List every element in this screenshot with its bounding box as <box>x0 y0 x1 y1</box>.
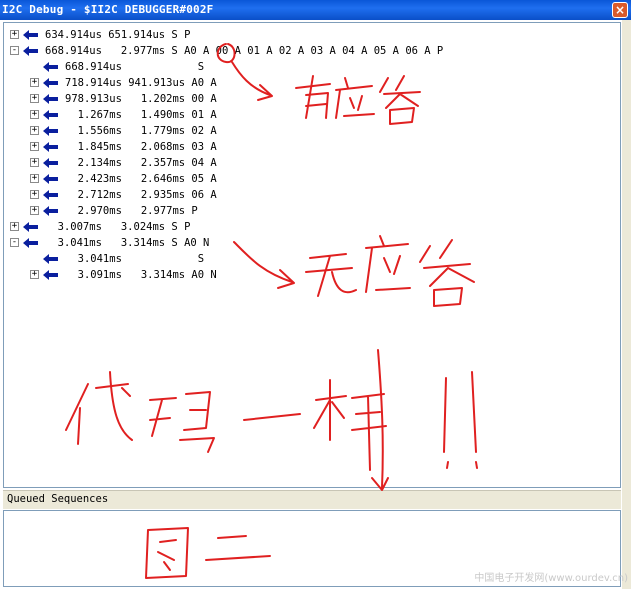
tree-row-text: 3.007ms 3.024ms S P <box>45 221 191 233</box>
expand-icon[interactable]: + <box>30 126 39 135</box>
tree-row[interactable]: + 2.134ms 2.357ms 04 A <box>4 155 614 171</box>
left-arrow-icon <box>43 254 58 264</box>
tree-row[interactable]: + 2.970ms 2.977ms P <box>4 203 614 219</box>
tree-row-text: 2.712ms 2.935ms 06 A <box>65 189 217 201</box>
expand-icon[interactable]: + <box>10 222 19 231</box>
tree-row[interactable]: +634.914us 651.914us S P <box>4 27 614 43</box>
tree-row[interactable]: + 3.091ms 3.314ms A0 N <box>4 267 614 283</box>
expand-icon[interactable]: + <box>30 142 39 151</box>
tree-row-text: 3.041ms 3.314ms S A0 N <box>45 237 210 249</box>
tree-row-text: 978.913us 1.202ms 00 A <box>65 93 217 105</box>
tree-row-text: 634.914us 651.914us S P <box>45 29 191 41</box>
left-arrow-icon <box>43 190 58 200</box>
expand-icon[interactable]: + <box>30 94 39 103</box>
watermark: 中国电子开发网(www.ourdev.cn) <box>474 573 628 584</box>
tree-row-text: 3.041ms S <box>65 253 205 265</box>
expand-icon[interactable]: + <box>30 158 39 167</box>
tree-row[interactable]: + 1.267ms 1.490ms 01 A <box>4 107 614 123</box>
left-arrow-icon <box>43 270 58 280</box>
tree-row-text: 718.914us 941.913us A0 A <box>65 77 217 89</box>
expand-icon[interactable]: + <box>30 174 39 183</box>
tree-row[interactable]: 668.914us S <box>4 59 614 75</box>
tree-row[interactable]: + 1.845ms 2.068ms 03 A <box>4 139 614 155</box>
left-arrow-icon <box>43 126 58 136</box>
tree-row-text: 2.970ms 2.977ms P <box>65 205 198 217</box>
left-arrow-icon <box>43 78 58 88</box>
left-arrow-icon <box>23 222 38 232</box>
tree-row[interactable]: + 3.007ms 3.024ms S P <box>4 219 614 235</box>
tree-row[interactable]: +718.914us 941.913us A0 A <box>4 75 614 91</box>
sequence-tree[interactable]: +634.914us 651.914us S P - 668.914us 2.977… <box>3 22 621 488</box>
tree-row-text: 668.914us S <box>65 61 205 73</box>
close-button[interactable]: × <box>612 2 628 18</box>
collapse-icon[interactable]: - <box>10 238 19 247</box>
left-arrow-icon <box>43 206 58 216</box>
left-arrow-icon <box>43 94 58 104</box>
window-frame <box>622 20 631 589</box>
left-arrow-icon <box>43 62 58 72</box>
left-arrow-icon <box>23 30 38 40</box>
tree-row-text: 2.423ms 2.646ms 05 A <box>65 173 217 185</box>
title-bar: I2C Debug - $II2C DEBUGGER#002F × <box>0 0 631 20</box>
tree-row[interactable]: - 3.041ms 3.314ms S A0 N <box>4 235 614 251</box>
expand-icon[interactable]: + <box>30 190 39 199</box>
left-arrow-icon <box>43 142 58 152</box>
left-arrow-icon <box>43 110 58 120</box>
expand-icon[interactable]: + <box>30 110 39 119</box>
tree-row[interactable]: 3.041ms S <box>4 251 614 267</box>
window-title: I2C Debug - $II2C DEBUGGER#002F <box>2 3 214 16</box>
expand-icon[interactable]: + <box>10 30 19 39</box>
expand-icon[interactable]: + <box>30 206 39 215</box>
left-arrow-icon <box>23 46 38 56</box>
expand-icon[interactable]: + <box>30 270 39 279</box>
tree-row[interactable]: + 2.712ms 2.935ms 06 A <box>4 187 614 203</box>
queued-sequences-label: Queued Sequences <box>7 493 109 505</box>
tree-row[interactable]: + 2.423ms 2.646ms 05 A <box>4 171 614 187</box>
tree-row-text: 1.267ms 1.490ms 01 A <box>65 109 217 121</box>
tree-row-text: 2.134ms 2.357ms 04 A <box>65 157 217 169</box>
tree-row-text: 1.556ms 1.779ms 02 A <box>65 125 217 137</box>
tree-row[interactable]: +978.913us 1.202ms 00 A <box>4 91 614 107</box>
left-arrow-icon <box>23 238 38 248</box>
left-arrow-icon <box>43 158 58 168</box>
tree-row[interactable]: + 1.556ms 1.779ms 02 A <box>4 123 614 139</box>
tree-row-text: 668.914us 2.977ms S A0 A 00 A 01 A 02 A … <box>45 45 444 57</box>
left-arrow-icon <box>43 174 58 184</box>
expand-icon[interactable]: + <box>30 78 39 87</box>
tree-row-text: 3.091ms 3.314ms A0 N <box>65 269 217 281</box>
collapse-icon[interactable]: - <box>10 46 19 55</box>
tree-row[interactable]: - 668.914us 2.977ms S A0 A 00 A 01 A 02 A… <box>4 43 614 59</box>
tree-row-text: 1.845ms 2.068ms 03 A <box>65 141 217 153</box>
